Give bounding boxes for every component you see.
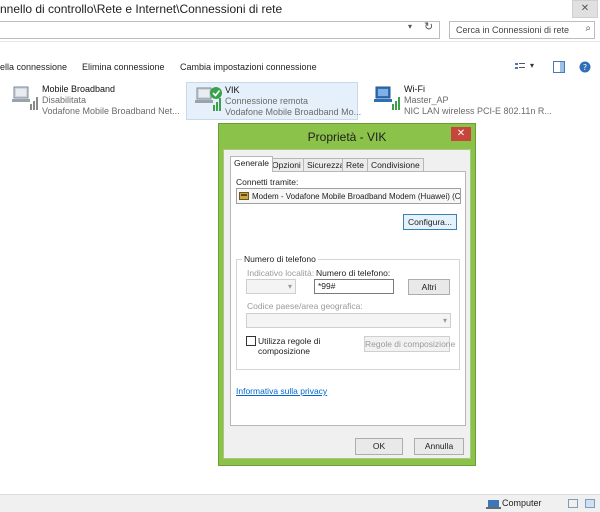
connection-name: Wi-Fi [404, 84, 425, 94]
configure-button[interactable]: Configura... [403, 214, 457, 230]
dialing-rules-checkbox[interactable] [246, 336, 256, 346]
area-code-select[interactable]: ▾ [246, 279, 296, 294]
phone-number-group: Numero di telefono Indicativo località: … [236, 254, 460, 370]
toolbar-connection-button[interactable]: ella connessione [0, 62, 67, 72]
ok-button[interactable]: OK [355, 438, 403, 455]
general-tab-panel: Connetti tramite: Modem - Vodafone Mobil… [230, 171, 466, 426]
connection-vik[interactable]: VIK Connessione remota Vodafone Mobile B… [186, 82, 362, 120]
dialing-rules-label-line2: composizione [258, 346, 310, 356]
connection-device: NIC LAN wireless PCI-E 802.11n R... [404, 106, 552, 116]
command-bar: ella connessione Elimina connessione Cam… [0, 56, 600, 78]
dialog-title: Proprietà - VIK [307, 130, 387, 144]
view-options-icon[interactable] [514, 61, 526, 73]
connection-wifi[interactable]: Wi-Fi Master_AP NIC LAN wireless PCI-E 8… [366, 82, 552, 120]
others-button[interactable]: Altri [408, 279, 450, 295]
connect-using-label: Connetti tramite: [236, 177, 299, 187]
status-computer-label: Computer [502, 498, 542, 508]
search-icon[interactable]: ⌕ [585, 23, 591, 34]
tab-rete[interactable]: Rete [342, 158, 368, 171]
wifi-connection-icon [374, 86, 400, 110]
computer-icon-base [486, 507, 501, 509]
large-icons-view-icon[interactable] [585, 499, 595, 508]
refresh-icon[interactable]: ↻ [424, 20, 433, 33]
search-placeholder: Cerca in Connessioni di rete [456, 25, 570, 35]
address-row: ▾ ↻ Cerca in Connessioni di rete ⌕ [0, 18, 600, 42]
cancel-button[interactable]: Annulla [414, 438, 464, 455]
phone-number-label: Numero di telefono: [316, 268, 391, 278]
dialog-body: Generale Opzioni Sicurezza Rete Condivis… [223, 149, 471, 459]
dialing-rules-label: Utilizza regole di [258, 336, 321, 346]
tab-generale[interactable]: Generale [230, 156, 273, 172]
area-code-label: Indicativo località: [247, 268, 315, 278]
delete-connection-button[interactable]: Elimina connessione [82, 62, 165, 72]
connection-mobile-broadband[interactable]: Mobile Broadband Disabilitata Vodafone M… [4, 82, 180, 120]
chevron-down-icon: ▾ [287, 282, 292, 291]
modem-device-field[interactable]: Modem - Vodafone Mobile Broadband Modem … [236, 188, 461, 204]
window-titlebar: nnello di controllo\Rete e Internet\Conn… [0, 0, 600, 18]
help-icon[interactable]: ? [579, 61, 591, 73]
dialog-titlebar: Proprietà - VIK ✕ [219, 124, 475, 149]
privacy-link[interactable]: Informativa sulla privacy [236, 386, 327, 396]
connection-name: Mobile Broadband [42, 84, 116, 94]
change-settings-button[interactable]: Cambia impostazioni connessione [180, 62, 317, 72]
properties-dialog: Proprietà - VIK ✕ Generale Opzioni Sicur… [218, 123, 476, 466]
dialog-close-button[interactable]: ✕ [451, 127, 471, 141]
country-label: Codice paese/area geografica: [247, 301, 363, 311]
window-close-button[interactable]: ✕ [572, 0, 598, 18]
mobile-broadband-icon [12, 86, 38, 110]
tab-opzioni[interactable]: Opzioni [268, 158, 305, 171]
preview-pane-icon[interactable] [553, 61, 565, 73]
connection-status: Connessione remota [225, 96, 309, 106]
modem-icon [239, 192, 249, 200]
connection-status: Disabilitata [42, 95, 87, 105]
search-input[interactable]: Cerca in Connessioni di rete ⌕ [449, 21, 595, 39]
svg-text:?: ? [583, 63, 587, 72]
modem-name: Modem - Vodafone Mobile Broadband Modem … [252, 192, 460, 201]
connection-status: Master_AP [404, 95, 449, 105]
tab-condivisione[interactable]: Condivisione [367, 158, 424, 171]
connection-device: Vodafone Mobile Broadband Mo... [225, 107, 362, 117]
status-bar: Computer [0, 494, 600, 512]
connection-name: VIK [225, 85, 240, 95]
phone-number-input[interactable]: *99# [314, 279, 394, 294]
chevron-down-icon: ▾ [442, 316, 447, 325]
address-dropdown-icon[interactable]: ▾ [408, 22, 412, 31]
dialing-rules-button[interactable]: Regole di composizione [364, 336, 455, 352]
window-title: nnello di controllo\Rete e Internet\Conn… [0, 2, 283, 16]
country-select[interactable]: ▾ [246, 313, 451, 328]
details-view-icon[interactable] [568, 499, 578, 508]
connection-device: Vodafone Mobile Broadband Net... [42, 106, 180, 116]
view-dropdown-icon[interactable]: ▾ [530, 61, 534, 70]
address-bar[interactable] [0, 21, 440, 39]
phone-group-label: Numero di telefono [242, 254, 318, 264]
dialup-connection-icon [195, 87, 222, 111]
